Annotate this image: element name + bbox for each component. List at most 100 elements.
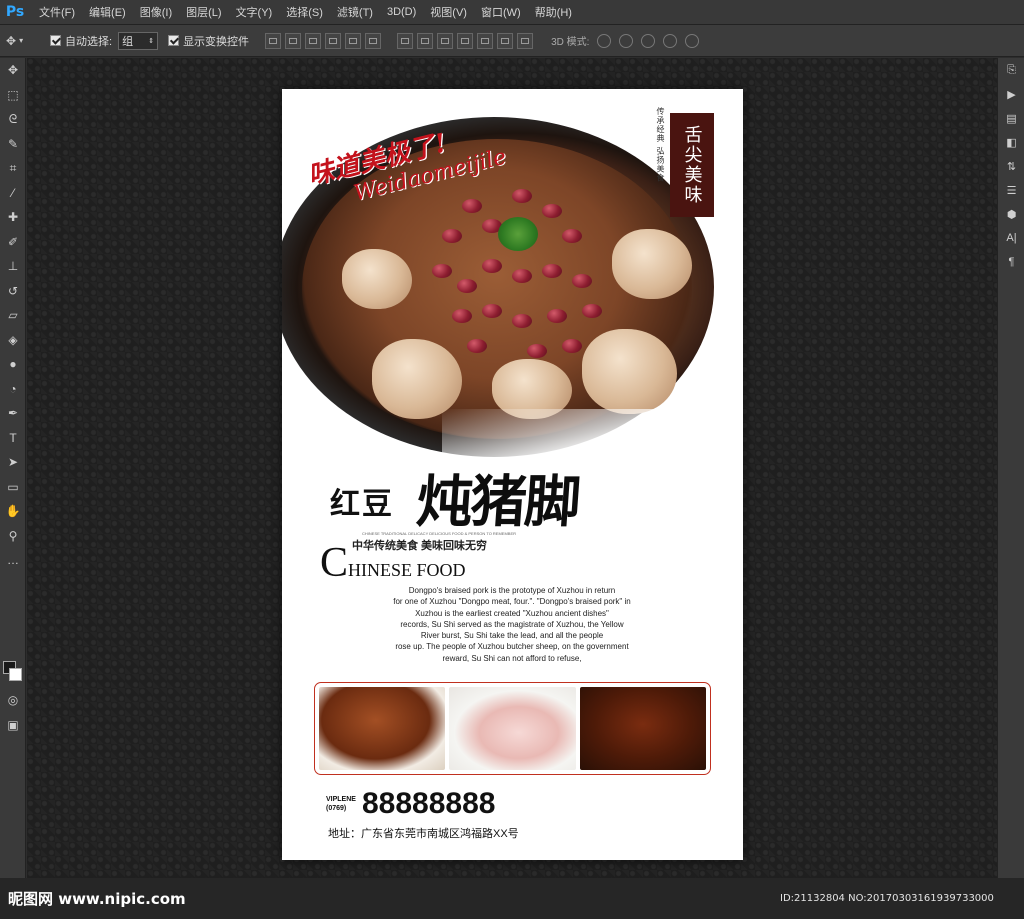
rectangle-tool-icon[interactable]: ▭ <box>0 475 26 500</box>
red-bean <box>512 189 532 203</box>
menu-filter[interactable]: 滤镜(T) <box>330 0 380 25</box>
3d-panel-icon[interactable]: ⬢ <box>998 202 1024 226</box>
side-note-vertical: 传承经典 弘扬美食 <box>656 107 665 183</box>
distribute-hcenter-icon[interactable] <box>477 32 494 49</box>
auto-select-checkbox[interactable]: 自动选择: <box>50 33 112 49</box>
3d-pan-icon[interactable] <box>641 33 656 48</box>
healing-brush-tool-icon[interactable]: ✚ <box>0 205 26 230</box>
menu-edit[interactable]: 编辑(E) <box>82 0 133 25</box>
photo-strip <box>314 682 711 775</box>
dodge-tool-icon[interactable]: ◔ <box>0 377 26 402</box>
align-buttons <box>265 32 382 49</box>
align-right-icon[interactable] <box>365 32 382 49</box>
poster-document[interactable]: 传承经典 弘扬美食 舌尖美味 味道美极了! Weidaomeijile 红豆 炖… <box>282 89 743 860</box>
red-bean <box>512 314 532 328</box>
panel-dock: ⎘ ▶ ▤ ◧ ⇅ ☰ ⬢ A| ¶ <box>997 58 1024 878</box>
raw-trotter-photo <box>449 687 576 770</box>
history-brush-tool-icon[interactable]: ↺ <box>0 279 26 304</box>
menu-view[interactable]: 视图(V) <box>423 0 474 25</box>
menu-3d[interactable]: 3D(D) <box>380 0 423 25</box>
brush-tool-icon[interactable]: ✐ <box>0 230 26 255</box>
phone-label: VIPLENE (0769) <box>326 795 356 813</box>
pork-piece <box>372 339 462 419</box>
lasso-tool-icon[interactable]: ᘓ <box>0 107 26 132</box>
menu-layer[interactable]: 图层(L) <box>179 0 228 25</box>
background-color-swatch[interactable] <box>9 668 22 681</box>
history-panel-icon[interactable]: ⎘ <box>998 58 1024 82</box>
move-tool-preset[interactable]: ✥ ▾ <box>6 30 40 52</box>
description-line: Dongpo's braised pork is the prototype o… <box>408 586 616 595</box>
layers-panel-icon[interactable]: ▤ <box>998 106 1024 130</box>
path-select-tool-icon[interactable]: ➤ <box>0 450 26 475</box>
red-bean <box>467 339 487 353</box>
menu-window[interactable]: 窗口(W) <box>474 0 528 25</box>
align-vcenter-icon[interactable] <box>285 32 302 49</box>
move-tool-icon[interactable]: ✥ <box>0 58 26 83</box>
phone-label-line: VIPLENE <box>326 796 356 803</box>
phone-label-line: (0769) <box>326 805 347 812</box>
menu-type[interactable]: 文字(Y) <box>229 0 280 25</box>
photoshop-logo: Ps <box>5 4 25 20</box>
quick-select-tool-icon[interactable]: ✎ <box>0 132 26 157</box>
show-transform-checkbox[interactable]: 显示变换控件 <box>168 33 249 49</box>
marquee-tool-icon[interactable]: ⬚ <box>0 83 26 108</box>
quick-mask-icon[interactable]: ◎ <box>0 688 26 713</box>
hand-tool-icon[interactable]: ✋ <box>0 499 26 524</box>
distribute-top-icon[interactable] <box>397 32 414 49</box>
paragraph-panel-icon[interactable]: ¶ <box>998 250 1024 274</box>
menu-image[interactable]: 图像(I) <box>133 0 179 25</box>
properties-panel-icon[interactable]: ☰ <box>998 178 1024 202</box>
pen-tool-icon[interactable]: ✒ <box>0 401 26 426</box>
auto-select-label: 自动选择: <box>65 35 113 48</box>
red-bean <box>432 264 452 278</box>
move-icon: ✥ <box>6 33 17 48</box>
red-bean <box>572 274 592 288</box>
distribute-vcenter-icon[interactable] <box>417 32 434 49</box>
description-line: Xuzhou is the earliest created "Xuzhou a… <box>415 608 609 618</box>
screen-mode-icon[interactable]: ▣ <box>0 713 26 738</box>
align-left-icon[interactable] <box>325 32 342 49</box>
options-bar: ✥ ▾ 自动选择: 组 ⇕ 显示变换控件 3D 模式: <box>0 25 1024 57</box>
red-bean <box>547 309 567 323</box>
more-tools-icon[interactable]: … <box>0 548 26 573</box>
align-hcenter-icon[interactable] <box>345 32 362 49</box>
type-tool-icon[interactable]: T <box>0 426 26 451</box>
3d-slide-icon[interactable] <box>663 33 678 48</box>
menu-help[interactable]: 帮助(H) <box>528 0 579 25</box>
red-bean <box>482 304 502 318</box>
crop-tool-icon[interactable]: ⌗ <box>0 156 26 181</box>
eraser-tool-icon[interactable]: ▱ <box>0 303 26 328</box>
3d-rotate-icon[interactable] <box>597 33 612 48</box>
paint-bucket-tool-icon[interactable]: ◈ <box>0 328 26 353</box>
badge-tongue-delicacy: 舌尖美味 <box>670 113 714 217</box>
zoom-tool-icon[interactable]: ⚲ <box>0 524 26 549</box>
distribute-bottom-icon[interactable] <box>437 32 454 49</box>
description-line: rose up. The people of Xuzhou butcher sh… <box>395 642 629 652</box>
clone-stamp-tool-icon[interactable]: ⊥ <box>0 254 26 279</box>
align-top-icon[interactable] <box>265 32 282 49</box>
red-bean <box>582 304 602 318</box>
3d-roll-icon[interactable] <box>619 33 634 48</box>
menu-file[interactable]: 文件(F) <box>32 0 82 25</box>
actions-panel-icon[interactable]: ▶ <box>998 82 1024 106</box>
blur-tool-icon[interactable]: ● <box>0 352 26 377</box>
menu-bar: Ps 文件(F) 编辑(E) 图像(I) 图层(L) 文字(Y) 选择(S) 滤… <box>0 0 1024 25</box>
3d-scale-icon[interactable] <box>685 33 700 48</box>
red-bean <box>527 344 547 358</box>
auto-select-dropdown[interactable]: 组 ⇕ <box>118 31 159 50</box>
tiny-english-line: CHINESE TRADITIONAL DELICACY DELICIOUS F… <box>362 531 517 536</box>
eyedropper-tool-icon[interactable]: ⁄ <box>0 181 26 206</box>
character-panel-icon[interactable]: A| <box>998 226 1024 250</box>
chevron-down-icon: ▾ <box>19 36 24 45</box>
braised-trotter-photo <box>319 687 446 770</box>
adjustments-panel-icon[interactable]: ⇅ <box>998 154 1024 178</box>
distribute-left-icon[interactable] <box>457 32 474 49</box>
red-bean <box>462 199 482 213</box>
channels-panel-icon[interactable]: ◧ <box>998 130 1024 154</box>
menu-select[interactable]: 选择(S) <box>279 0 330 25</box>
phone-number: 88888888 <box>362 787 496 820</box>
distribute-right-icon[interactable] <box>497 32 514 49</box>
align-bottom-icon[interactable] <box>305 32 322 49</box>
auto-align-icon[interactable] <box>517 32 534 49</box>
mode-3d: 3D 模式: <box>551 33 700 48</box>
